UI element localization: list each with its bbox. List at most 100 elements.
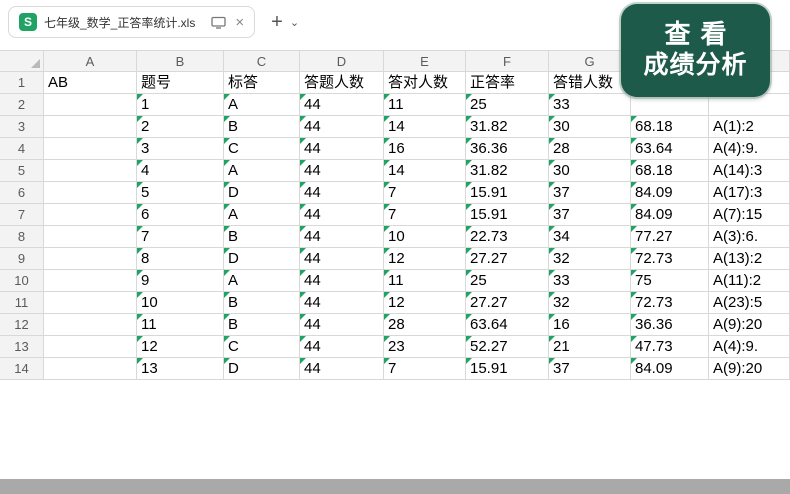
row-number[interactable]: 4 bbox=[0, 138, 44, 160]
cell[interactable]: 32 bbox=[549, 292, 631, 314]
cell[interactable]: 标答 bbox=[224, 72, 300, 94]
cell[interactable]: 68.18 bbox=[631, 116, 709, 138]
cell[interactable]: A(11):2 bbox=[709, 270, 790, 292]
cell[interactable]: 14 bbox=[384, 160, 466, 182]
cell[interactable]: 题号 bbox=[137, 72, 224, 94]
cell[interactable]: 44 bbox=[300, 358, 384, 380]
cell[interactable]: 答题人数 bbox=[300, 72, 384, 94]
cell[interactable]: 21 bbox=[549, 336, 631, 358]
row-number[interactable]: 1 bbox=[0, 72, 44, 94]
cell[interactable]: 27.27 bbox=[466, 248, 549, 270]
cell[interactable]: 37 bbox=[549, 182, 631, 204]
row-number[interactable]: 3 bbox=[0, 116, 44, 138]
cell[interactable]: 1 bbox=[137, 94, 224, 116]
cell[interactable] bbox=[44, 160, 137, 182]
cell[interactable]: 72.73 bbox=[631, 292, 709, 314]
cell[interactable]: AB bbox=[44, 72, 137, 94]
cell[interactable]: A(3):6. bbox=[709, 226, 790, 248]
cell[interactable]: 5 bbox=[137, 182, 224, 204]
column-header[interactable]: D bbox=[300, 50, 384, 72]
cell[interactable] bbox=[44, 94, 137, 116]
cell[interactable]: 16 bbox=[384, 138, 466, 160]
cell[interactable]: A bbox=[224, 160, 300, 182]
cell[interactable]: 44 bbox=[300, 270, 384, 292]
cell[interactable] bbox=[44, 314, 137, 336]
row-number[interactable]: 10 bbox=[0, 270, 44, 292]
cell[interactable] bbox=[44, 336, 137, 358]
cell[interactable]: 23 bbox=[384, 336, 466, 358]
cell[interactable]: 14 bbox=[384, 116, 466, 138]
cell[interactable]: 答错人数 bbox=[549, 72, 631, 94]
cell[interactable]: 12 bbox=[384, 292, 466, 314]
cell[interactable]: 28 bbox=[549, 138, 631, 160]
cell[interactable]: 84.09 bbox=[631, 204, 709, 226]
cell[interactable]: 37 bbox=[549, 204, 631, 226]
cell[interactable]: 15.91 bbox=[466, 182, 549, 204]
cell[interactable]: 15.91 bbox=[466, 204, 549, 226]
cell[interactable]: 16 bbox=[549, 314, 631, 336]
cell[interactable]: 52.27 bbox=[466, 336, 549, 358]
cell[interactable] bbox=[44, 138, 137, 160]
column-header[interactable]: B bbox=[137, 50, 224, 72]
column-header[interactable]: G bbox=[549, 50, 631, 72]
cell[interactable]: 12 bbox=[384, 248, 466, 270]
view-score-analysis-badge[interactable]: 查看 成绩分析 bbox=[621, 4, 770, 97]
cell[interactable]: 44 bbox=[300, 226, 384, 248]
close-tab-icon[interactable]: × bbox=[235, 15, 244, 30]
row-number[interactable]: 8 bbox=[0, 226, 44, 248]
cell[interactable]: 32 bbox=[549, 248, 631, 270]
cell[interactable]: B bbox=[224, 292, 300, 314]
column-header[interactable]: A bbox=[44, 50, 137, 72]
cell[interactable]: 4 bbox=[137, 160, 224, 182]
row-number[interactable]: 6 bbox=[0, 182, 44, 204]
cell[interactable]: 7 bbox=[384, 182, 466, 204]
row-number[interactable]: 7 bbox=[0, 204, 44, 226]
cell[interactable]: 44 bbox=[300, 94, 384, 116]
select-all-corner[interactable] bbox=[0, 50, 44, 72]
cell[interactable] bbox=[44, 226, 137, 248]
cell[interactable]: A bbox=[224, 204, 300, 226]
cell[interactable]: 8 bbox=[137, 248, 224, 270]
cell[interactable]: 2 bbox=[137, 116, 224, 138]
cell[interactable]: 44 bbox=[300, 160, 384, 182]
cell[interactable]: A(7):15 bbox=[709, 204, 790, 226]
cell[interactable]: A(1):2 bbox=[709, 116, 790, 138]
cell[interactable]: 13 bbox=[137, 358, 224, 380]
row-number[interactable]: 2 bbox=[0, 94, 44, 116]
cell[interactable]: 36.36 bbox=[631, 314, 709, 336]
cell[interactable]: D bbox=[224, 182, 300, 204]
cell[interactable]: 11 bbox=[384, 270, 466, 292]
cell[interactable]: 44 bbox=[300, 314, 384, 336]
cell[interactable]: 7 bbox=[137, 226, 224, 248]
cell[interactable]: C bbox=[224, 138, 300, 160]
cell[interactable]: 12 bbox=[137, 336, 224, 358]
cell[interactable]: 25 bbox=[466, 270, 549, 292]
cell[interactable]: 47.73 bbox=[631, 336, 709, 358]
cell[interactable]: A(4):9. bbox=[709, 336, 790, 358]
cell[interactable]: C bbox=[224, 336, 300, 358]
cell[interactable]: A(23):5 bbox=[709, 292, 790, 314]
cell[interactable]: 63.64 bbox=[466, 314, 549, 336]
cell[interactable] bbox=[44, 248, 137, 270]
cell[interactable]: 31.82 bbox=[466, 160, 549, 182]
cell[interactable]: 44 bbox=[300, 336, 384, 358]
row-number[interactable]: 5 bbox=[0, 160, 44, 182]
cell[interactable]: 7 bbox=[384, 204, 466, 226]
cell[interactable]: 30 bbox=[549, 160, 631, 182]
cell[interactable]: 31.82 bbox=[466, 116, 549, 138]
cell[interactable]: 15.91 bbox=[466, 358, 549, 380]
cell[interactable]: 25 bbox=[466, 94, 549, 116]
cell[interactable]: A bbox=[224, 94, 300, 116]
cell[interactable] bbox=[709, 94, 790, 116]
cell[interactable]: 84.09 bbox=[631, 182, 709, 204]
cell[interactable]: 11 bbox=[384, 94, 466, 116]
cell[interactable] bbox=[631, 94, 709, 116]
cell[interactable]: 44 bbox=[300, 116, 384, 138]
cell[interactable]: 84.09 bbox=[631, 358, 709, 380]
cell[interactable]: 44 bbox=[300, 138, 384, 160]
cell[interactable]: 答对人数 bbox=[384, 72, 466, 94]
cell[interactable]: 77.27 bbox=[631, 226, 709, 248]
cell[interactable]: A(9):20 bbox=[709, 358, 790, 380]
cell[interactable] bbox=[44, 204, 137, 226]
cell[interactable]: A bbox=[224, 270, 300, 292]
